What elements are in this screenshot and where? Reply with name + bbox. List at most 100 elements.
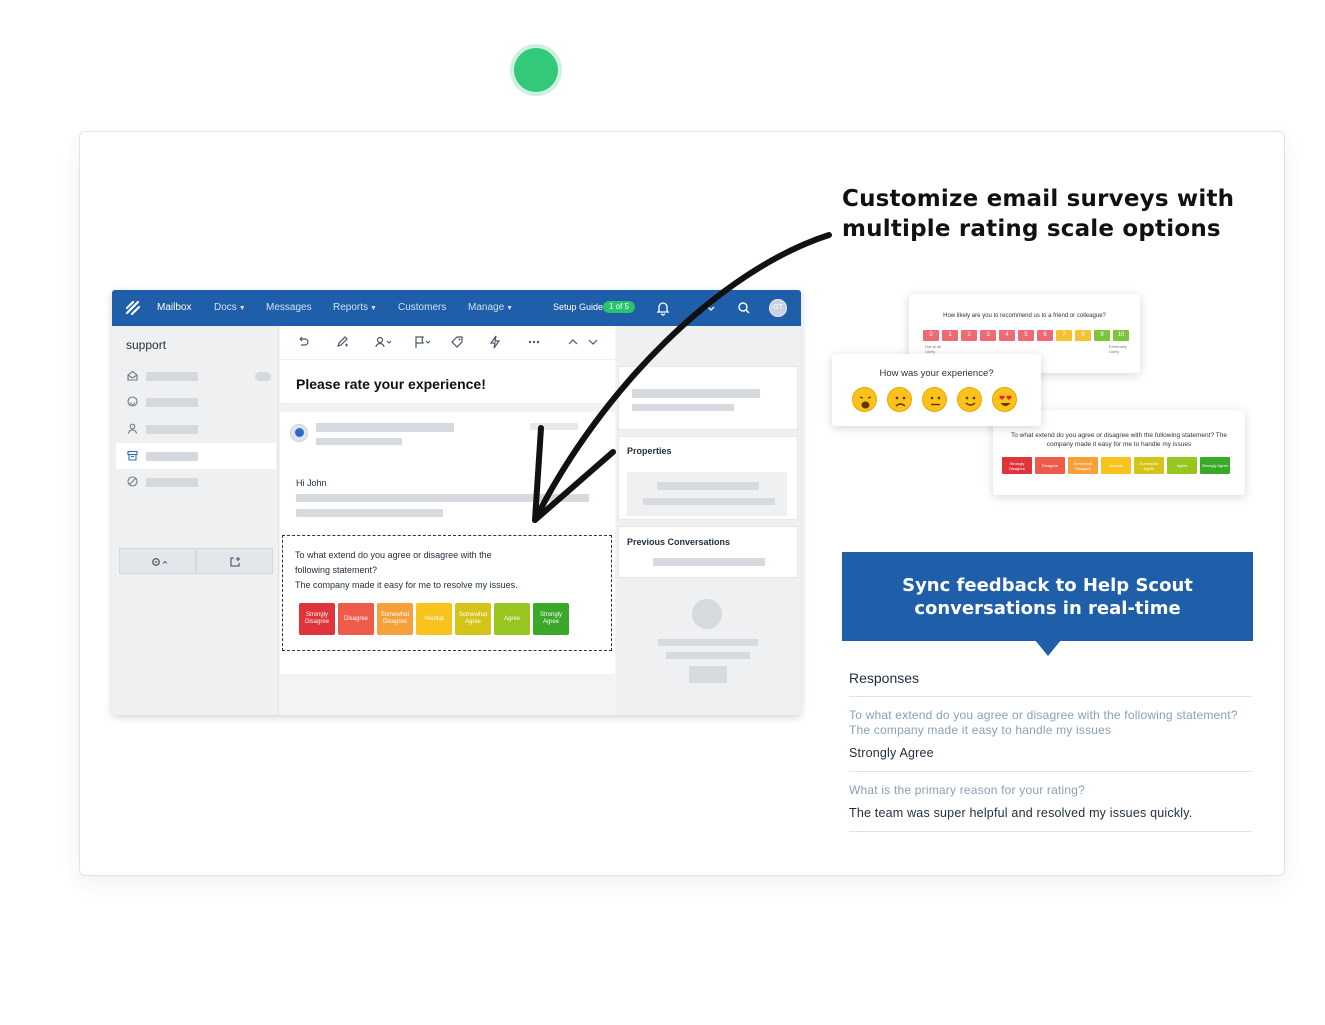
mailbox-sidebar: support — [112, 326, 279, 715]
chevron-down-icon[interactable] — [703, 300, 719, 316]
nps-low-label: Not at all Likely — [925, 344, 941, 354]
email-greeting: Hi John — [296, 478, 327, 488]
nps-scale: 0 1 2 3 4 5 6 7 8 9 10 — [923, 330, 1129, 341]
survey-question: To what extend do you agree or disagree … — [295, 550, 492, 575]
agreement-question: To what extend do you agree or disagree … — [1011, 432, 1227, 448]
sender-avatar — [290, 424, 308, 442]
rating-option-button[interactable]: Somewhat Agree — [455, 603, 491, 635]
properties-card: Properties — [618, 436, 798, 520]
rating-scale: Strongly Disagree Disagree Somewhat Disagr… — [299, 603, 569, 635]
email-message: Hi John To what extend do you agree or d… — [280, 412, 615, 674]
mailbox-settings-button[interactable] — [119, 548, 196, 574]
sidebar-item-closed[interactable] — [116, 443, 276, 469]
setup-guide-link[interactable]: Setup Guide — [553, 302, 603, 312]
emoji-scale — [852, 387, 1017, 412]
customer-sidebar: Properties Previous Conversations — [616, 326, 801, 715]
assign-icon[interactable] — [374, 335, 394, 349]
nps-option: 10 — [1113, 330, 1129, 341]
agreement-option: Neutral — [1101, 457, 1131, 474]
rating-option-button[interactable]: Strongly Agree — [533, 603, 569, 635]
experience-question: How was your experience? — [879, 368, 994, 379]
survey-statement: The company made it easy for me to resol… — [295, 580, 518, 590]
conversation-subject: Please rate your experience! — [280, 360, 615, 404]
chevron-down-icon: ▼ — [370, 305, 377, 312]
rating-option-button[interactable]: Strongly Disagree — [299, 603, 335, 635]
sidebar-item-unassigned[interactable] — [116, 363, 276, 389]
helpscout-app-window: Mailbox Docs ▼ Messages Reports ▼ Customer… — [112, 290, 801, 715]
chevron-down-icon[interactable] — [586, 335, 600, 349]
mailbox-name: support — [126, 338, 167, 352]
nps-option: 3 — [980, 330, 996, 341]
note-icon[interactable] — [335, 335, 349, 349]
nps-option: 6 — [1037, 330, 1053, 341]
rating-option-button[interactable]: Neutral — [416, 603, 452, 635]
nps-option: 0 — [923, 330, 939, 341]
banner-pointer — [1035, 640, 1061, 656]
nps-option: 8 — [1075, 330, 1091, 341]
top-navigation-bar: Mailbox Docs ▼ Messages Reports ▼ Customer… — [112, 290, 801, 326]
rating-option-button[interactable]: Disagree — [338, 603, 374, 635]
chevron-up-icon[interactable] — [566, 335, 580, 349]
compose-icon — [230, 557, 240, 567]
nav-mailbox[interactable]: Mailbox — [157, 302, 191, 313]
user-avatar[interactable]: GT — [769, 299, 787, 317]
nps-option: 7 — [1056, 330, 1072, 341]
helpscout-logo-icon — [125, 300, 141, 316]
search-icon[interactable] — [736, 300, 752, 316]
agreement-option: Disagree — [1035, 457, 1065, 474]
rating-option-button[interactable]: Somewhat Disagree — [377, 603, 413, 635]
tired-face-icon — [852, 387, 877, 412]
inbox-icon — [127, 370, 138, 381]
new-conversation-button[interactable] — [196, 548, 273, 574]
agreement-option: Strongly Disagree — [1002, 457, 1032, 474]
bell-icon[interactable] — [655, 300, 671, 316]
status-flag-icon[interactable] — [413, 335, 433, 349]
nps-high-label: Extremely Likely — [1109, 344, 1127, 354]
sidebar-item-mine[interactable] — [116, 389, 276, 415]
sidebar-item-assigned[interactable] — [116, 416, 276, 442]
response-question: What is the primary reason for your rati… — [849, 783, 1086, 797]
undo-icon[interactable] — [296, 335, 310, 349]
response-question: To what extend do you agree or disagree … — [849, 708, 1238, 737]
smiling-face-icon — [957, 387, 982, 412]
agreement-scale: Strongly Disagree Disagree Somewhat Disagr… — [1002, 457, 1230, 474]
setup-progress-badge: 1 of 5 — [603, 301, 635, 313]
responses-panel: Responses To what extend do you agree or… — [849, 664, 1251, 832]
headline: Customize email surveys with multiple ra… — [842, 186, 1235, 242]
smiley-icon — [127, 396, 138, 407]
nav-manage[interactable]: Manage ▼ — [468, 302, 513, 313]
blocked-icon — [127, 476, 138, 487]
nps-question: How likely are you to recommend us to a … — [943, 313, 1106, 319]
previous-conversations-heading: Previous Conversations — [627, 537, 731, 547]
nps-option: 9 — [1094, 330, 1110, 341]
nps-option: 5 — [1018, 330, 1034, 341]
response-answer: Strongly Agree — [849, 744, 1251, 772]
avatar-placeholder — [692, 599, 722, 629]
workflow-bolt-icon[interactable] — [488, 335, 502, 349]
agreement-option: Somewhat Agree — [1134, 457, 1164, 474]
neutral-face-icon — [922, 387, 947, 412]
frowning-face-icon — [887, 387, 912, 412]
person-icon — [127, 423, 138, 434]
agreement-option: Agree — [1167, 457, 1197, 474]
heart-eyes-face-icon — [992, 387, 1017, 412]
chevron-down-icon: ▼ — [238, 305, 246, 312]
gear-icon — [152, 558, 168, 566]
sync-feedback-banner: Sync feedback to Help Scout conversation… — [842, 552, 1253, 641]
rating-option-button[interactable]: Agree — [494, 603, 530, 635]
chevron-down-icon: ▼ — [506, 305, 514, 312]
tag-icon[interactable] — [450, 335, 464, 349]
properties-heading: Properties — [627, 446, 672, 456]
conversation-toolbar — [280, 326, 615, 360]
nps-option: 1 — [942, 330, 958, 341]
conversation-pane: Please rate your experience! Hi John To … — [280, 326, 615, 715]
sidebar-item-spam[interactable] — [116, 469, 276, 495]
nav-reports[interactable]: Reports ▼ — [333, 302, 377, 313]
nav-docs[interactable]: Docs ▼ — [214, 302, 246, 313]
agreement-option: Somewhat Disagree — [1068, 457, 1098, 474]
nav-customers[interactable]: Customers — [398, 302, 446, 313]
nps-option: 2 — [961, 330, 977, 341]
agreement-option: Strongly Agree — [1200, 457, 1230, 474]
more-options-icon[interactable] — [527, 335, 541, 349]
nav-messages[interactable]: Messages — [266, 302, 312, 313]
